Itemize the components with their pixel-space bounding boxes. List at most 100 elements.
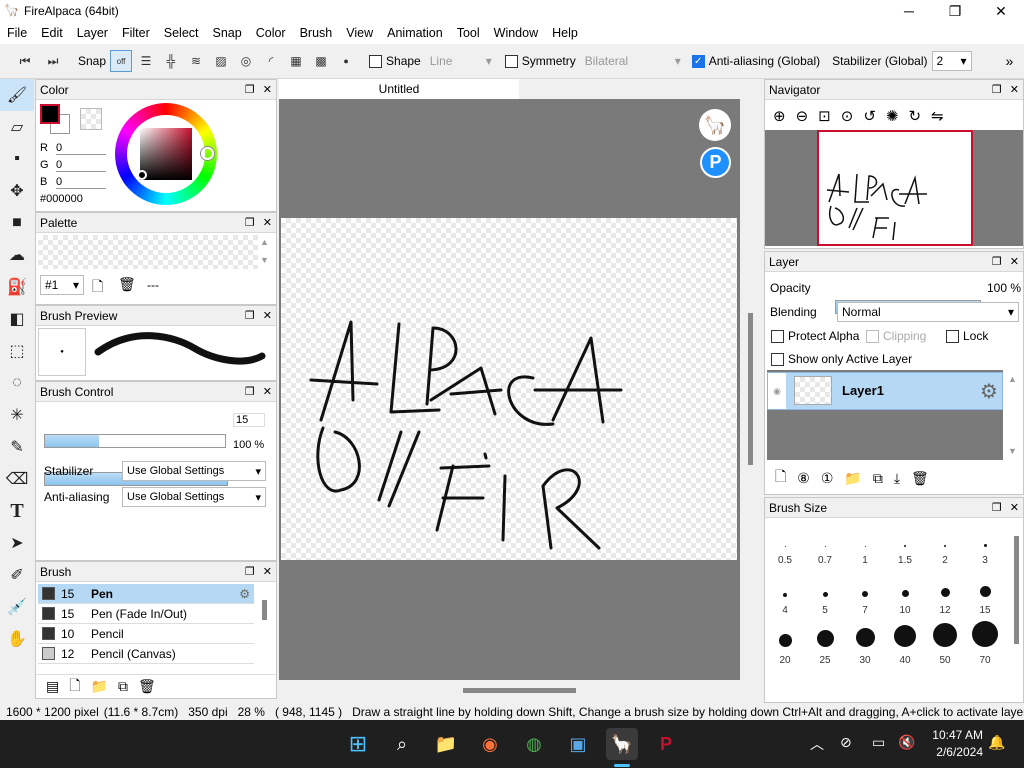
divide-tool-icon[interactable]: ✐	[0, 559, 34, 591]
navigator-preview[interactable]	[765, 130, 1023, 246]
next-frame-icon[interactable]: ⏭	[42, 50, 64, 72]
duplicate-brush-icon[interactable]: ⧉	[118, 678, 128, 695]
brush-size-cell[interactable]: 12	[925, 568, 965, 618]
brush-tool-icon[interactable]: 🖌	[0, 79, 34, 111]
undock-icon[interactable]: ❐	[992, 255, 1002, 268]
volume-muted-icon[interactable]: 🔇	[898, 734, 915, 751]
firefox-icon[interactable]: ◉	[474, 728, 506, 760]
close-icon[interactable]: ✕	[1010, 501, 1019, 514]
stabilizer-select[interactable]: 2 ▾	[931, 51, 972, 71]
network-icon[interactable]: ⊘	[840, 734, 852, 751]
brush-opacity-value[interactable]: 100 %	[233, 439, 264, 451]
new-palette-icon[interactable]: 🗋	[92, 276, 103, 300]
delete-palette-icon[interactable]: 🗑	[118, 276, 136, 293]
dot-tool-icon[interactable]: ▪	[0, 143, 34, 175]
delete-layer-icon[interactable]: 🗑	[911, 470, 929, 487]
move-tool-icon[interactable]: ✥	[0, 175, 34, 207]
fill-lasso-tool-icon[interactable]: ☁	[0, 239, 34, 271]
brush-item[interactable]: 12 Pencil (Canvas)	[38, 644, 254, 664]
gear-icon[interactable]: ⚙	[980, 379, 998, 404]
hex-value[interactable]: #000000	[40, 193, 83, 205]
snap-circle-icon[interactable]: ◎	[235, 50, 257, 72]
shape-checkbox[interactable]	[369, 54, 383, 68]
brush-item[interactable]: 10 Pencil	[38, 624, 254, 644]
blending-select[interactable]: Normal ▾	[837, 302, 1019, 322]
b-value[interactable]: 0	[56, 176, 106, 189]
text-tool-icon[interactable]: T	[0, 495, 34, 527]
actual-size-icon[interactable]: ⊙	[841, 107, 854, 125]
scroll-down-icon[interactable]: ▼	[260, 255, 269, 265]
firealpaca-taskbar-icon[interactable]: 🦙	[606, 728, 638, 760]
magic-wand-icon[interactable]: ✳	[0, 399, 34, 431]
undock-icon[interactable]: ❐	[245, 309, 255, 322]
symmetry-select[interactable]: Bilateral ▾	[579, 51, 686, 71]
brush-size-cell[interactable]: 20	[765, 618, 805, 668]
antialias-checkbox[interactable]: ✓	[691, 54, 705, 68]
snap-curve-icon[interactable]: ◜	[260, 50, 282, 72]
hand-tool-icon[interactable]: ✋	[0, 623, 34, 655]
brush-size-cell[interactable]: 25	[805, 618, 845, 668]
menu-animation[interactable]: Animation	[380, 26, 450, 40]
sv-cursor[interactable]	[137, 170, 147, 180]
brush-size-cell[interactable]: 1.5	[885, 518, 925, 568]
canvas-tab[interactable]: Untitled	[279, 79, 519, 99]
chevron-up-icon[interactable]: ︿	[810, 734, 824, 754]
undock-icon[interactable]: ❐	[245, 385, 255, 398]
close-icon[interactable]: ✕	[263, 309, 272, 322]
show-only-active-checkbox[interactable]	[771, 353, 784, 366]
menu-layer[interactable]: Layer	[70, 26, 115, 40]
brush-size-cell[interactable]: 30	[845, 618, 885, 668]
snap-dot-icon[interactable]: ●	[335, 50, 357, 72]
undock-icon[interactable]: ❐	[245, 565, 255, 578]
menu-snap[interactable]: Snap	[206, 26, 249, 40]
canvas-document[interactable]	[281, 218, 737, 560]
menu-view[interactable]: View	[339, 26, 380, 40]
brush-folder-icon[interactable]: 📁	[91, 678, 108, 695]
hue-cursor[interactable]	[201, 147, 214, 160]
brush-size-slider[interactable]	[44, 434, 226, 448]
brush-size-cell[interactable]: 0.7	[805, 518, 845, 568]
brush-size-cell[interactable]: 15	[965, 568, 1005, 618]
close-button[interactable]: ✕	[978, 0, 1024, 22]
brush-stabilizer-select[interactable]: Use Global Settings ▾	[122, 461, 266, 481]
brush-size-cell[interactable]: 0.5	[765, 518, 805, 568]
paintstorm-icon[interactable]: P	[650, 728, 682, 760]
app-window-icon[interactable]: ▣	[562, 728, 594, 760]
g-value[interactable]: 0	[56, 159, 106, 172]
brush-size-scrollbar[interactable]	[1014, 536, 1019, 644]
menu-brush[interactable]: Brush	[293, 26, 340, 40]
brush-size-cell[interactable]: 5	[805, 568, 845, 618]
scroll-down-icon[interactable]: ▼	[1008, 446, 1017, 456]
search-icon[interactable]: ⌕	[386, 728, 418, 760]
undock-icon[interactable]: ❐	[992, 501, 1002, 514]
rotate-reset-icon[interactable]: ✺	[886, 107, 899, 125]
foreground-color-swatch[interactable]	[40, 104, 60, 124]
snap-parallel-icon[interactable]: ☰	[135, 50, 157, 72]
zoom-out-icon[interactable]: ⊖	[796, 107, 809, 125]
eraser-tool-icon[interactable]: ▱	[0, 111, 34, 143]
menu-filter[interactable]: Filter	[115, 26, 157, 40]
undock-icon[interactable]: ❐	[245, 83, 255, 96]
shape-select[interactable]: Line ▾	[424, 51, 497, 71]
merge-down-icon[interactable]: ⤓	[894, 470, 900, 487]
brush-antialias-select[interactable]: Use Global Settings ▾	[122, 487, 266, 507]
fill-rect-tool-icon[interactable]: ■	[0, 207, 34, 239]
flip-icon[interactable]: ⇋	[931, 107, 944, 125]
brush-item[interactable]: 15 Pen (Fade In/Out)	[38, 604, 254, 624]
menu-tool[interactable]: Tool	[450, 26, 487, 40]
new-8bit-layer-icon[interactable]: ⑧	[797, 470, 810, 487]
minimize-button[interactable]: ─	[886, 0, 932, 22]
snap-3d-icon[interactable]: ▩	[310, 50, 332, 72]
scroll-up-icon[interactable]: ▲	[260, 237, 269, 247]
file-explorer-icon[interactable]: 📁	[430, 728, 462, 760]
close-icon[interactable]: ✕	[263, 83, 272, 96]
close-icon[interactable]: ✕	[263, 565, 272, 578]
close-icon[interactable]: ✕	[263, 216, 272, 229]
prev-frame-icon[interactable]: ⏮	[14, 50, 36, 72]
navigator-view-frame[interactable]	[817, 130, 973, 246]
brush-size-cell[interactable]: 70	[965, 618, 1005, 668]
rect-select-icon[interactable]: ⬚	[0, 335, 34, 367]
visibility-eye-icon[interactable]: ◉	[768, 373, 786, 409]
gear-icon[interactable]: ⚙	[239, 587, 250, 601]
snap-grid-icon[interactable]: ▦	[285, 50, 307, 72]
